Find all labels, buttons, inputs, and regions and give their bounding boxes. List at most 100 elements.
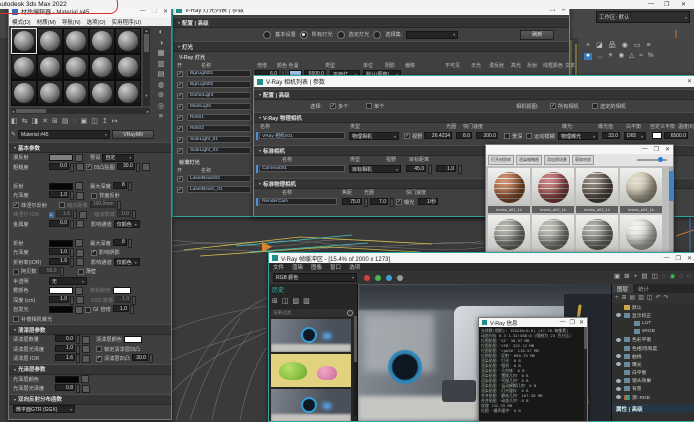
library-material-thumb[interactable]: bricks_a04_1k <box>620 168 662 213</box>
put-to-scene-icon[interactable]: ⇆ <box>22 118 28 125</box>
prev-region-icon[interactable]: ◌ <box>679 274 683 281</box>
region-render-icon[interactable]: ◉ <box>670 274 676 281</box>
eye-icon[interactable] <box>616 379 621 383</box>
sample-slot[interactable] <box>89 54 115 80</box>
assign-to-selection-icon[interactable]: ◨ <box>32 118 39 125</box>
map-slot-button[interactable] <box>75 239 83 247</box>
sample-slot[interactable] <box>115 28 141 54</box>
value-field[interactable]: 1.6 <box>49 258 69 265</box>
spinner[interactable] <box>128 239 132 248</box>
camera-type-dropdown[interactable]: 物理相机▾ <box>349 132 399 140</box>
fstop-value[interactable]: 7.0 <box>370 198 388 205</box>
create-tab-icon[interactable]: + <box>586 42 590 49</box>
spinner[interactable] <box>70 258 74 267</box>
close-icon[interactable]: ✕ <box>687 255 692 262</box>
library-material-thumb[interactable]: bricks_a02_1k <box>532 168 574 213</box>
helpers-icon[interactable]: △ <box>629 53 634 60</box>
spinner[interactable] <box>132 296 136 305</box>
light-name-field[interactable]: BgrLight01 <box>187 70 251 77</box>
target-distance-value[interactable]: 1.0 <box>436 165 456 172</box>
map-slot-button[interactable] <box>81 375 89 383</box>
close-icon[interactable]: ✕ <box>163 8 168 15</box>
sample-slot[interactable] <box>63 28 89 54</box>
layer-row[interactable]: 背景 <box>612 385 694 393</box>
aperture-value[interactable]: 8.0 <box>456 132 472 139</box>
reset-icon[interactable]: ✕ <box>42 118 48 125</box>
material-name-dropdown[interactable]: Material #45▾ <box>18 130 110 139</box>
lock-icon[interactable]: L <box>49 212 54 218</box>
value-field[interactable]: 8 <box>113 239 127 246</box>
show-end-result-icon[interactable]: ◫ <box>91 118 98 125</box>
focal-value[interactable]: 75.0 <box>342 198 362 205</box>
light-name-field[interactable]: DomeLight <box>187 92 251 99</box>
light-on-checkbox[interactable]: ✓ <box>177 137 183 143</box>
spinner[interactable] <box>60 267 64 276</box>
channel-dropdown[interactable]: RGB 颜色▾ <box>273 273 357 282</box>
select-by-material-icon[interactable]: ◎ <box>158 102 165 110</box>
value-field[interactable]: 1.0 <box>49 248 69 255</box>
layer-row[interactable]: 默认 <box>612 303 694 311</box>
thumbnail-size-slider[interactable] <box>637 159 667 161</box>
library-material-thumb[interactable]: bricks_a03_1k <box>576 168 618 213</box>
sample-slot[interactable] <box>37 80 63 106</box>
layer-row[interactable]: 曝光 <box>612 360 694 368</box>
rollout-header[interactable]: ▾清漆层参数 <box>9 324 171 335</box>
map-slot-button[interactable] <box>75 306 83 314</box>
blue-channel-toggle[interactable] <box>386 275 392 281</box>
light-name-field[interactable]: Rim01 <box>187 114 251 121</box>
map-slot-button[interactable] <box>82 385 90 393</box>
close-icon[interactable]: ✕ <box>665 146 670 153</box>
value-field[interactable]: 1.6 <box>55 354 75 361</box>
spinner[interactable] <box>136 163 140 172</box>
layer-row[interactable]: 色相/饱和度 <box>612 344 694 352</box>
slider-thumb[interactable] <box>658 157 663 162</box>
show-in-viewport-icon[interactable]: ▣ <box>81 118 88 125</box>
checkbox[interactable]: ✓ <box>86 164 92 170</box>
load-preset-icon[interactable]: ▥ <box>638 295 644 301</box>
log-titlebar[interactable]: V-Ray 信息 — ❐ ✕ <box>479 318 587 327</box>
light-on-checkbox[interactable]: ✓ <box>177 115 183 121</box>
layer-row[interactable]: LUT <box>612 319 694 327</box>
maximize-icon[interactable]: ❐ <box>570 319 575 326</box>
radio-所有灯光[interactable] <box>300 31 308 39</box>
layer-props-header[interactable]: 属性 | 高级 <box>612 404 694 413</box>
spinner[interactable] <box>128 182 132 191</box>
history-thumbnail[interactable] <box>271 389 351 422</box>
space-warps-icon[interactable]: ≈ <box>639 53 643 60</box>
slot-vscrollbar[interactable]: ▲▼ <box>143 28 150 106</box>
history-thumbnail[interactable] <box>271 319 351 352</box>
map-slot-button[interactable] <box>76 296 84 304</box>
sample-slot[interactable] <box>63 54 89 80</box>
pattern-icon[interactable]: ▥ <box>157 60 164 68</box>
color-check-icon[interactable]: ▤ <box>157 70 164 78</box>
pick-material-icon[interactable]: ✎ <box>11 132 16 138</box>
light-on-checkbox[interactable]: ✓ <box>177 187 183 193</box>
workspace-dropdown[interactable]: 工作区: 默认▾ <box>596 11 690 23</box>
checkbox[interactable] <box>91 193 97 199</box>
dropdown[interactable]: 仅颜色▾ <box>114 258 140 266</box>
value-field[interactable]: 0.0 <box>117 210 131 217</box>
value-field[interactable]: 1.0 <box>49 191 69 198</box>
shutter-value[interactable]: 1/秒 <box>418 198 438 205</box>
srgb-icon[interactable]: ▤ <box>641 274 647 281</box>
color-swatch[interactable] <box>49 183 73 190</box>
motion-blur-checkbox[interactable] <box>526 133 532 139</box>
eye-icon[interactable] <box>616 387 621 391</box>
checkbox[interactable] <box>13 316 19 322</box>
history-scrollbar[interactable] <box>354 316 357 416</box>
light-on-checkbox[interactable]: ✓ <box>177 148 183 154</box>
map-slot-button[interactable] <box>82 355 90 363</box>
save-image-icon[interactable]: ▣ <box>614 274 620 281</box>
minimize-icon[interactable]: — <box>140 8 146 15</box>
app-minimize-button[interactable]: — <box>648 1 654 7</box>
library-scrollbar[interactable] <box>669 167 673 258</box>
menu-item-[interactable]: 选项 <box>345 263 364 271</box>
spinner[interactable] <box>130 305 134 314</box>
light-name-field[interactable]: Rim02 <box>187 125 251 132</box>
checkbox[interactable] <box>13 269 19 275</box>
color-swatch[interactable] <box>49 287 73 294</box>
checkbox[interactable] <box>78 269 84 275</box>
spinner[interactable] <box>132 210 136 219</box>
app-close-button[interactable]: ✕ <box>681 1 686 8</box>
temperature-value[interactable]: 6500.0 <box>664 132 688 139</box>
